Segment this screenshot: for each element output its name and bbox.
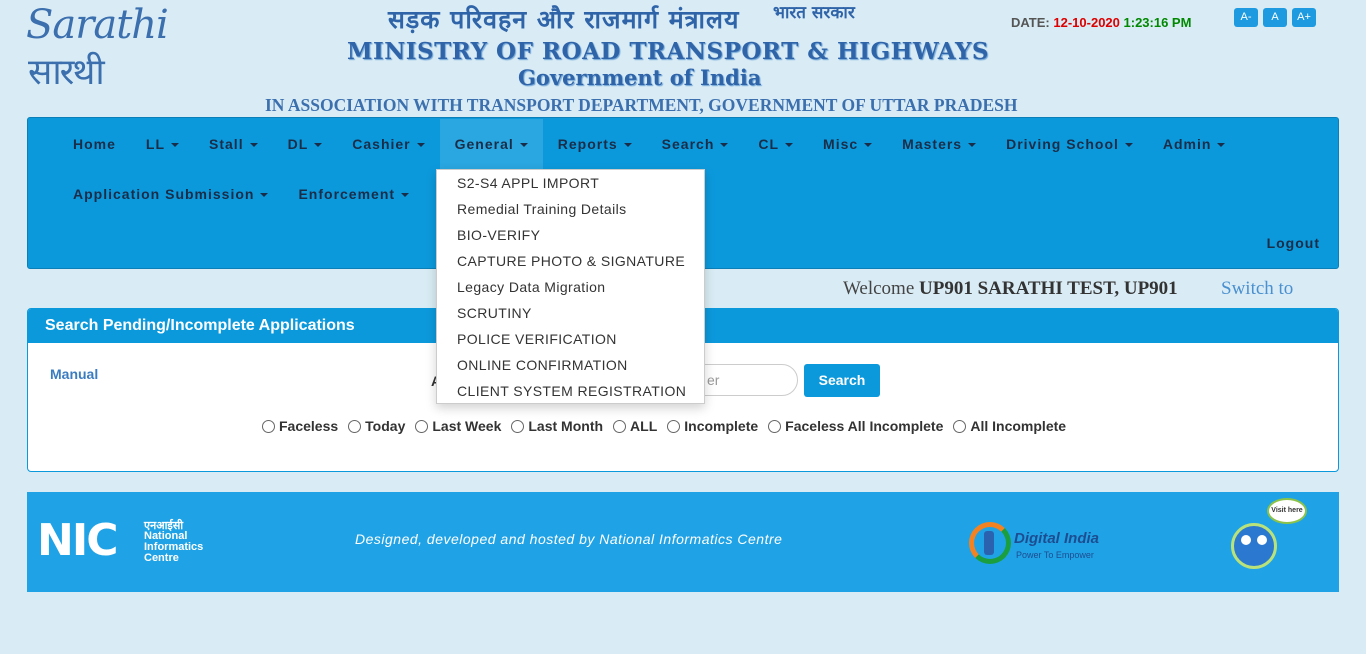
digital-india-text: Digital India xyxy=(1014,530,1100,547)
filter-radio-group: Faceless Today Last Week Last Month ALL … xyxy=(262,418,1066,434)
nav-item-cl[interactable]: CL xyxy=(743,119,808,169)
caret-down-icon xyxy=(314,143,323,148)
caret-down-icon xyxy=(968,143,977,148)
font-reset-button[interactable]: A xyxy=(1263,8,1287,27)
switch-to-link[interactable]: Switch to xyxy=(1221,278,1293,300)
designed-by-text: Designed, developed and hosted by Nation… xyxy=(355,531,783,547)
mascot-icon[interactable]: Visit here xyxy=(1229,495,1309,575)
nav-item-application-submission[interactable]: Application Submission xyxy=(58,169,283,219)
welcome-message: Welcome UP901 SARATHI TEST, UP901 xyxy=(843,278,1178,300)
menu-item-capture-photo-signature[interactable]: CAPTURE PHOTO & SIGNATURE xyxy=(437,248,704,274)
radio-all[interactable]: ALL xyxy=(613,418,657,434)
mascot-body xyxy=(1231,523,1277,569)
caret-down-icon xyxy=(260,193,269,198)
page-footer: NIC एनआईसी National Informatics Centre D… xyxy=(27,492,1339,592)
nic-english-text: National Informatics Centre xyxy=(144,530,204,564)
digital-india-logo[interactable]: Digital India Power To Empower xyxy=(969,518,1109,568)
radio-faceless[interactable]: Faceless xyxy=(262,418,338,434)
caret-down-icon xyxy=(519,143,528,148)
radio-all-incomplete[interactable]: All Incomplete xyxy=(953,418,1066,434)
nav-item-masters[interactable]: Masters xyxy=(887,119,991,169)
nav-item-enforcement[interactable]: Enforcement xyxy=(283,169,424,219)
welcome-user: UP901 SARATHI TEST, UP901 xyxy=(919,278,1178,299)
menu-item-bio-verify[interactable]: BIO-VERIFY xyxy=(437,222,704,248)
radio-circle[interactable] xyxy=(768,419,782,433)
radio-circle[interactable] xyxy=(262,419,275,433)
mascot-eye xyxy=(1241,535,1251,545)
menu-item-online-confirmation[interactable]: ONLINE CONFIRMATION xyxy=(437,352,704,378)
nav-item-ll[interactable]: LL xyxy=(131,119,194,169)
ministry-title-hindi: सड़क परिवहन और राजमार्ग मंत्रालय xyxy=(388,5,740,34)
nav-item-dl[interactable]: DL xyxy=(273,119,338,169)
menu-item-police-verification[interactable]: POLICE VERIFICATION xyxy=(437,326,704,352)
logout-link[interactable]: Logout xyxy=(1267,235,1320,251)
caret-down-icon xyxy=(623,143,632,148)
radio-faceless-all-incomplete[interactable]: Faceless All Incomplete xyxy=(768,418,943,434)
radio-circle[interactable] xyxy=(667,419,681,433)
mascot-eye xyxy=(1257,535,1267,545)
search-button[interactable]: Search xyxy=(804,364,880,397)
nic-logo-mark: NIC xyxy=(37,515,118,566)
menu-item-client-system-registration[interactable]: CLIENT SYSTEM REGISTRATION xyxy=(437,378,704,404)
radio-today[interactable]: Today xyxy=(348,418,405,434)
nav-item-cashier[interactable]: Cashier xyxy=(337,119,439,169)
general-dropdown-menu: S2-S4 APPL IMPORT Remedial Training Deta… xyxy=(436,169,705,404)
font-increase-button[interactable]: A+ xyxy=(1292,8,1316,27)
caret-down-icon xyxy=(401,193,410,198)
caret-down-icon xyxy=(864,143,873,148)
nav-item-admin[interactable]: Admin xyxy=(1148,119,1241,169)
govt-title-hindi: भारत सरकार xyxy=(773,3,855,23)
time-value: 1:23:16 PM xyxy=(1123,15,1192,30)
nav-item-home[interactable]: Home xyxy=(58,119,131,169)
caret-down-icon xyxy=(720,143,729,148)
caret-down-icon xyxy=(416,143,425,148)
nav-item-general[interactable]: General xyxy=(439,119,543,169)
nav-row-2: Application Submission Enforcement xyxy=(58,169,424,219)
nic-logo[interactable]: NIC एनआईसी National Informatics Centre xyxy=(37,518,217,568)
manual-link[interactable]: Manual xyxy=(50,366,98,382)
digital-india-tagline: Power To Empower xyxy=(1016,550,1094,560)
caret-down-icon xyxy=(1217,143,1226,148)
caret-down-icon xyxy=(171,143,180,148)
sarathi-logo[interactable]: Sarathi सारथी xyxy=(26,2,169,93)
ministry-title: MINISTRY OF ROAD TRANSPORT & HIGHWAYS xyxy=(347,38,989,65)
radio-circle[interactable] xyxy=(415,419,429,433)
nav-item-stall[interactable]: Stall xyxy=(194,119,273,169)
association-text: IN ASSOCIATION WITH TRANSPORT DEPARTMENT… xyxy=(265,95,1018,115)
mascot-speech-bubble: Visit here xyxy=(1267,498,1307,524)
radio-last-month[interactable]: Last Month xyxy=(511,418,603,434)
radio-last-week[interactable]: Last Week xyxy=(415,418,501,434)
date-time-display: DATE: 12-10-2020 1:23:16 PM xyxy=(1011,15,1191,30)
digital-india-i-icon xyxy=(984,531,994,555)
nav-item-misc[interactable]: Misc xyxy=(808,119,887,169)
nav-item-reports[interactable]: Reports xyxy=(543,119,647,169)
menu-item-legacy-data-migration[interactable]: Legacy Data Migration xyxy=(437,274,704,300)
radio-circle[interactable] xyxy=(953,419,967,433)
page-header: Sarathi सारथी सड़क परिवहन और राजमार्ग मं… xyxy=(0,0,1366,117)
menu-item-s2-s4-appl-import[interactable]: S2-S4 APPL IMPORT xyxy=(437,170,704,196)
nav-row-1: Home LL Stall DL Cashier General Reports… xyxy=(58,119,1240,169)
date-value: 12-10-2020 xyxy=(1053,15,1120,30)
menu-item-remedial-training[interactable]: Remedial Training Details xyxy=(437,196,704,222)
nav-item-driving-school[interactable]: Driving School xyxy=(991,119,1148,169)
caret-down-icon xyxy=(1124,143,1133,148)
radio-circle[interactable] xyxy=(348,419,362,433)
logo-text-english: Sarathi xyxy=(26,2,169,48)
nav-item-search[interactable]: Search xyxy=(647,119,744,169)
caret-down-icon xyxy=(785,143,794,148)
govt-title: Government of India xyxy=(518,65,762,90)
caret-down-icon xyxy=(249,143,258,148)
radio-incomplete[interactable]: Incomplete xyxy=(667,418,758,434)
radio-circle[interactable] xyxy=(613,419,627,433)
radio-circle[interactable] xyxy=(511,419,525,433)
font-size-controls: A- A A+ xyxy=(1234,8,1316,27)
welcome-prefix: Welcome xyxy=(843,278,915,299)
logo-text-hindi: सारथी xyxy=(28,52,105,93)
menu-item-scrutiny[interactable]: SCRUTINY xyxy=(437,300,704,326)
date-label: DATE: xyxy=(1011,15,1050,30)
font-decrease-button[interactable]: A- xyxy=(1234,8,1258,27)
